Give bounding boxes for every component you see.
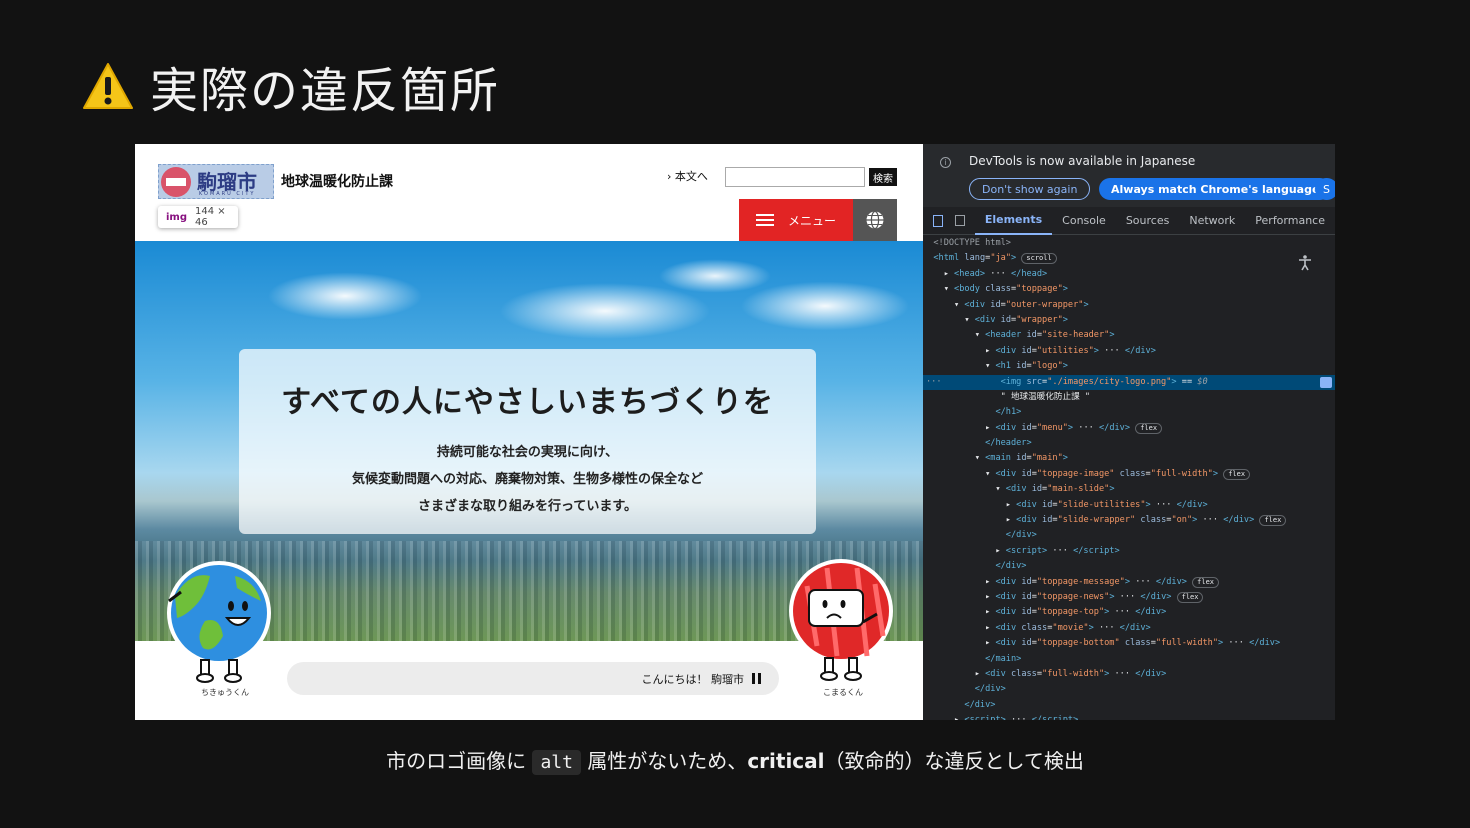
dom-node[interactable]: ▾ <header id="site-header"> — [923, 328, 1335, 343]
dom-node[interactable]: </div> — [923, 682, 1335, 697]
always-match-language-button[interactable]: Always match Chrome's language — [1099, 178, 1332, 200]
dom-node[interactable]: ▸ <div class="movie"> ··· </div> — [923, 621, 1335, 636]
tab-elements[interactable]: Elements — [974, 207, 1053, 235]
tab-performance[interactable]: Performance — [1245, 207, 1335, 235]
dom-node[interactable]: ▸ <script> ··· </script> — [923, 544, 1335, 559]
dom-node[interactable]: ▾ <div id="toppage-image" class="full-wi… — [923, 467, 1335, 482]
dom-node[interactable]: ▾ <body class="toppage"> — [923, 282, 1335, 297]
hamburger-icon — [755, 214, 774, 226]
hero-line: さまざまな取り組みを行っています。 — [417, 499, 638, 514]
dom-node[interactable]: </div> — [923, 559, 1335, 574]
caption-code: alt — [532, 750, 581, 775]
dom-node[interactable]: </div> — [923, 528, 1335, 543]
dom-node[interactable]: </header> — [923, 436, 1335, 451]
info-icon: i — [940, 157, 951, 168]
slide-title: 実際の違反箇所 — [82, 54, 501, 119]
warning-icon — [83, 63, 133, 109]
caption-part: 属性がないため、 — [587, 749, 748, 773]
hero-line: 持続可能な社会の実現に向け、 — [436, 445, 619, 460]
tab-sources[interactable]: Sources — [1116, 207, 1180, 235]
more-dots-icon: ··· — [926, 376, 942, 387]
inspect-element-icon[interactable] — [933, 214, 944, 227]
dom-tree: <!DOCTYPE html> <html lang="ja"> scroll … — [923, 236, 1335, 720]
site-header: 駒瑠市 KOMARU CITY 地球温暖化防止課 img 144 × 46 › … — [135, 144, 923, 241]
greeting-ticker: こんにちは！ 駒瑠市 — [287, 662, 779, 695]
dom-node[interactable]: ▸ <div id="toppage-news"> ··· </div> fle… — [923, 590, 1335, 605]
hero-body: 持続可能な社会の実現に向け、 気候変動問題への対応、廃棄物対策、生物多様性の保全… — [239, 439, 816, 520]
dom-node[interactable]: ▸ <div id="utilities"> ··· </div> — [923, 344, 1335, 359]
reveal-icon[interactable] — [1320, 376, 1332, 388]
device-toolbar-icon[interactable] — [955, 215, 965, 226]
dom-node-selected[interactable]: ··· <img src="./images/city-logo.png"> =… — [923, 374, 1335, 390]
search-button[interactable]: 検索 — [869, 168, 897, 186]
greeting-text: こんにちは！ 駒瑠市 — [641, 672, 745, 686]
caption-part: （致命的）な違反として検出 — [824, 749, 1084, 773]
earth-mascot-image — [167, 561, 271, 683]
city-emblem-icon — [161, 166, 191, 197]
dom-node[interactable]: ▸ <script> ··· </script> — [923, 713, 1335, 720]
devtools-panel: i DevTools is now available in Japanese … — [923, 144, 1335, 720]
language-button[interactable] — [853, 199, 897, 241]
globe-icon — [866, 210, 884, 230]
hero-card: すべての人にやさしいまちづくりを 持続可能な社会の実現に向け、 気候変動問題への… — [239, 349, 816, 534]
department-name: 地球温暖化防止課 — [281, 174, 393, 190]
tooltip-tag: img — [166, 211, 188, 223]
dom-node[interactable]: ▸ <head> ··· </head> — [923, 267, 1335, 282]
city-logo-image[interactable]: 駒瑠市 KOMARU CITY — [158, 164, 274, 199]
switch-language-button[interactable]: S — [1315, 178, 1335, 200]
inspect-tooltip: img 144 × 46 — [158, 206, 238, 228]
dom-node[interactable]: <!DOCTYPE html> — [923, 236, 1335, 251]
skip-link-label: 本文へ — [674, 170, 708, 183]
dom-node[interactable]: ▾ <main id="main"> — [923, 451, 1335, 466]
dom-node[interactable]: ▸ <div id="slide-wrapper" class="on"> ··… — [923, 513, 1335, 528]
slide: 実際の違反箇所 駒瑠市 KOMARU CITY 地球温暖化防止課 img 144… — [0, 0, 1470, 828]
tooltip-dimensions: 144 × 46 — [195, 206, 226, 228]
mascot-left-label: ちきゅうくん — [201, 688, 249, 697]
dom-node[interactable]: " 地球温暖化防止課 " — [923, 390, 1335, 405]
logo-roman-text: KOMARU CITY — [199, 191, 256, 197]
hero-line: 気候変動問題への対応、廃棄物対策、生物多様性の保全など — [351, 472, 703, 487]
tab-console[interactable]: Console — [1052, 207, 1116, 235]
notice-text: DevTools is now available in Japanese — [969, 154, 1196, 168]
komaru-mascot-image — [789, 559, 893, 681]
website-screenshot: 駒瑠市 KOMARU CITY 地球温暖化防止課 img 144 × 46 › … — [135, 144, 923, 720]
mascot-right-label: こまるくん — [823, 688, 863, 697]
tab-network[interactable]: Network — [1179, 207, 1245, 235]
dom-node[interactable]: </h1> — [923, 405, 1335, 420]
devtools-language-notice: i DevTools is now available in Japanese … — [923, 144, 1335, 207]
dom-node[interactable]: ▸ <div class="full-width"> ··· </div> — [923, 667, 1335, 682]
hero-heading: すべての人にやさしいまちづくりを — [281, 385, 774, 420]
devtools-tab-bar: Elements Console Sources Network Perform… — [923, 207, 1335, 235]
caption-part: 市のロゴ画像に — [386, 749, 527, 773]
dom-node[interactable]: ▸ <div id="menu"> ··· </div> flex — [923, 421, 1335, 436]
logo-text: 駒瑠市 — [197, 169, 257, 194]
dom-node[interactable]: ▾ <div id="outer-wrapper"> — [923, 298, 1335, 313]
slide-caption: 市のロゴ画像に alt 属性がないため、critical（致命的）な違反として検… — [0, 745, 1470, 775]
menu-label: メニュー — [787, 213, 836, 228]
slide-title-text: 実際の違反箇所 — [150, 63, 501, 119]
skip-to-content-link[interactable]: › 本文へ — [667, 168, 708, 184]
dom-node[interactable]: ▾ <h1 id="logo"> — [923, 359, 1335, 374]
dom-node[interactable]: ▸ <div id="toppage-top"> ··· </div> — [923, 605, 1335, 620]
dom-node[interactable]: </div> — [923, 698, 1335, 713]
dom-node[interactable]: </main> — [923, 652, 1335, 667]
dom-node[interactable]: ▾ <div id="main-slide"> — [923, 482, 1335, 497]
dom-node[interactable]: <html lang="ja"> scroll — [923, 251, 1335, 266]
menu-button[interactable]: メニュー — [739, 199, 853, 241]
dom-node[interactable]: ▸ <div id="slide-utilities"> ··· </div> — [923, 498, 1335, 513]
dom-node[interactable]: ▸ <div id="toppage-bottom" class="full-w… — [923, 636, 1335, 651]
pause-icon[interactable] — [752, 673, 761, 684]
dom-node[interactable]: ▾ <div id="wrapper"> — [923, 313, 1335, 328]
search-input[interactable] — [725, 167, 865, 187]
dom-node[interactable]: ▸ <div id="toppage-message"> ··· </div> … — [923, 575, 1335, 590]
caption-bold: critical — [747, 749, 825, 773]
dont-show-again-button[interactable]: Don't show again — [969, 178, 1091, 200]
